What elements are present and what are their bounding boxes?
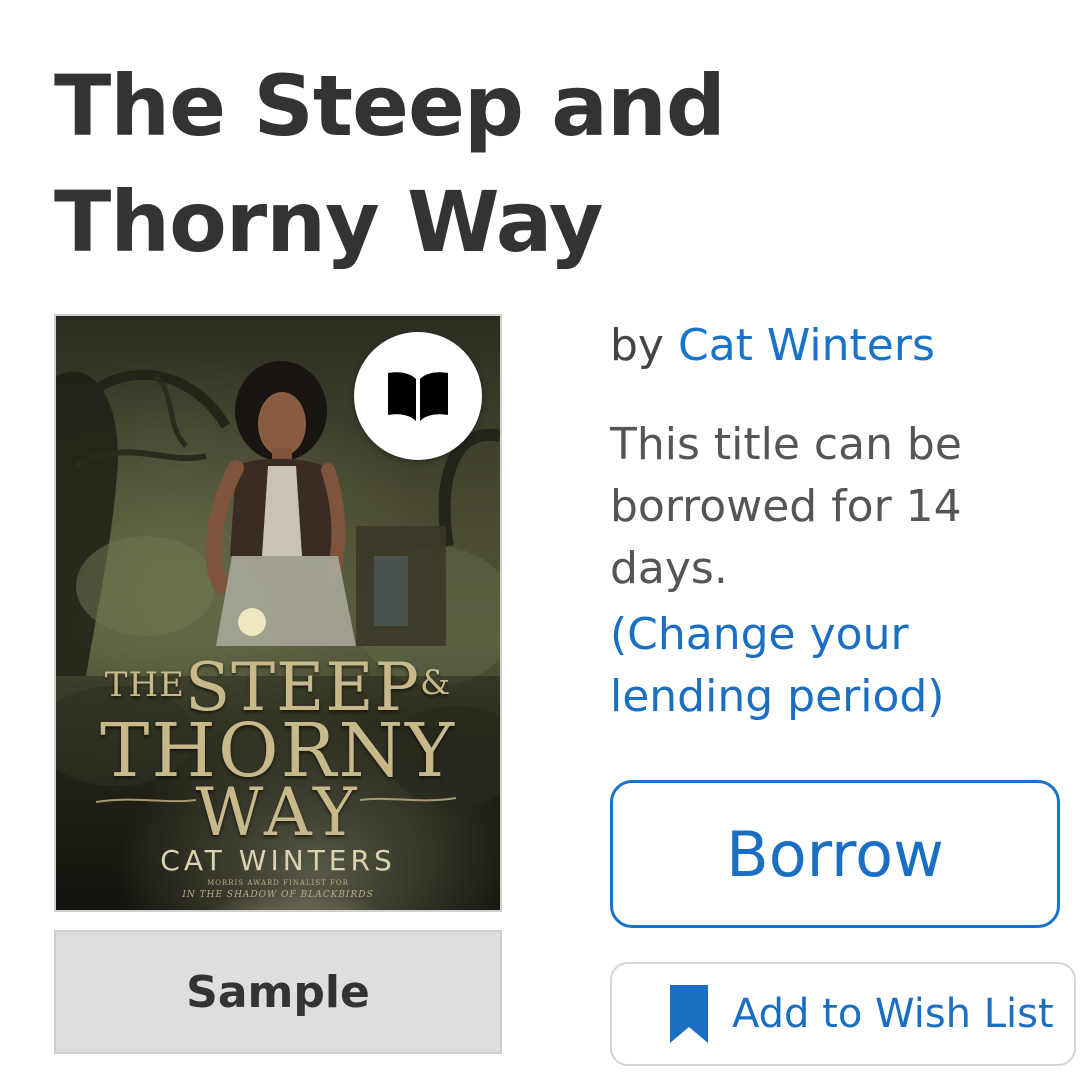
cover-author: CAT WINTERS	[160, 844, 396, 877]
lending-period-text: This title can be borrowed for 14 days.	[610, 419, 962, 594]
author-link[interactable]: Cat Winters	[678, 320, 935, 371]
by-prefix: by	[610, 320, 678, 371]
ebook-format-badge	[354, 332, 482, 460]
cover-note-title: IN THE SHADOW OF BLACKBIRDS	[182, 890, 374, 900]
author-line: by Cat Winters	[610, 316, 935, 376]
wish-list-label: Add to Wish List	[732, 991, 1054, 1037]
change-lending-period-link[interactable]: (Change your lending period)	[610, 604, 1030, 728]
book-detail-page: The Steep and Thorny Way THESTEEP& THORN…	[0, 0, 1080, 1080]
page-title: The Steep and Thorny Way	[54, 57, 726, 271]
open-book-icon	[388, 372, 448, 421]
sample-button[interactable]: Sample	[54, 930, 502, 1054]
add-to-wish-list-button[interactable]: Add to Wish List	[610, 962, 1076, 1066]
bookmark-icon	[670, 985, 708, 1043]
book-cover[interactable]: THESTEEP& THORNY WAY CAT WINTERS MORRIS …	[54, 314, 502, 912]
borrow-button[interactable]: Borrow	[610, 780, 1060, 928]
cover-title-line-3: WAY	[195, 774, 361, 851]
cover-note-award: MORRIS AWARD FINALIST FOR	[207, 879, 349, 887]
